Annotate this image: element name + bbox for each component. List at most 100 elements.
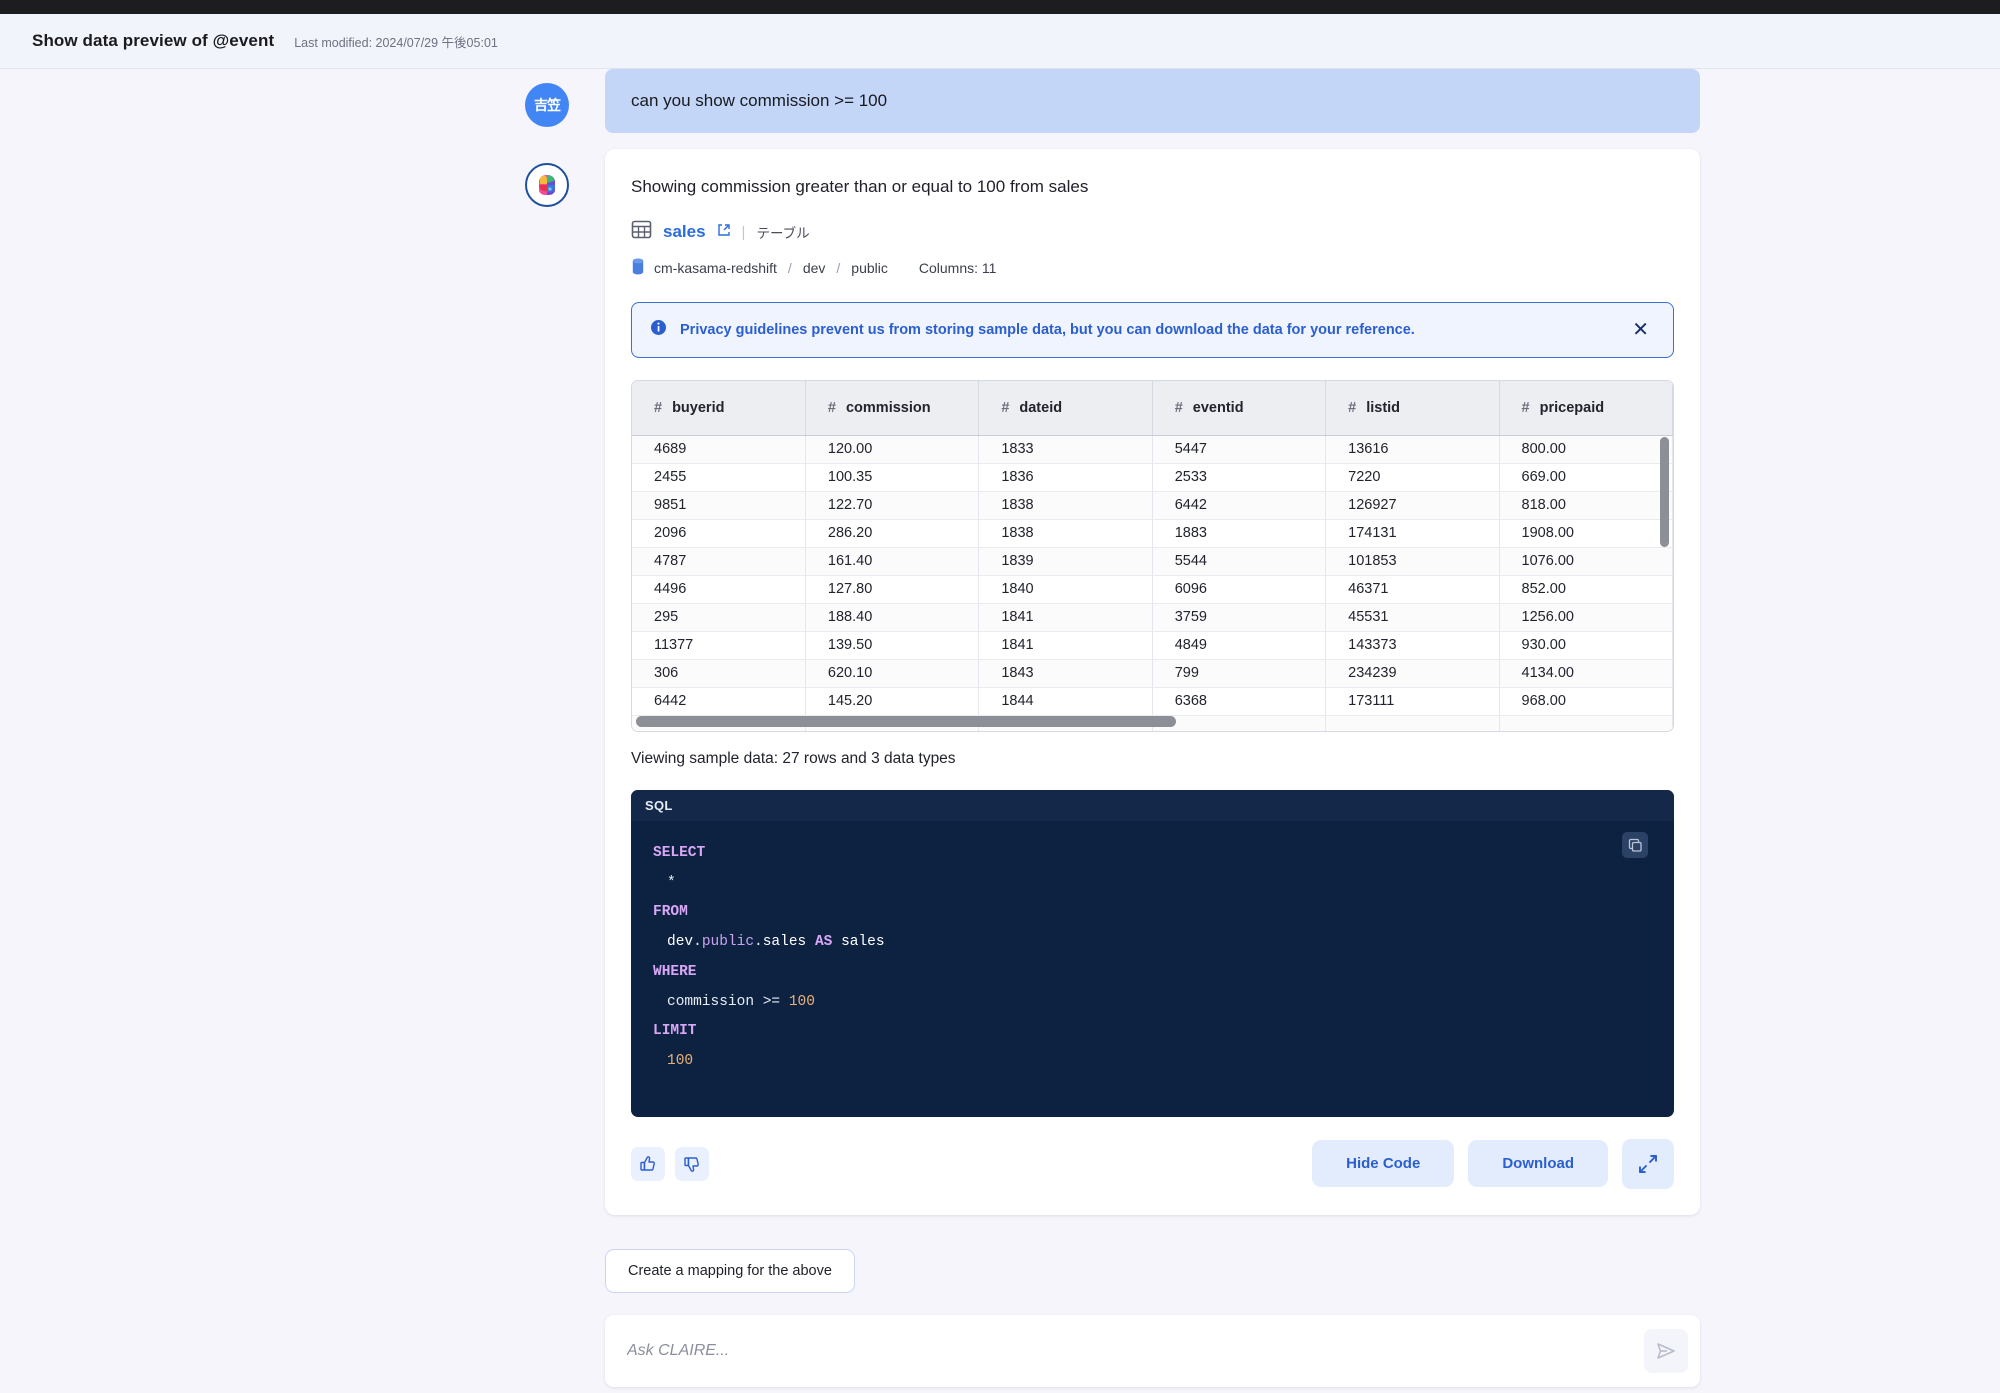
cell — [1499, 715, 1673, 731]
send-icon[interactable] — [1644, 1328, 1688, 1373]
thumbs-up-icon[interactable] — [631, 1146, 665, 1181]
sql-code-text[interactable]: SELECT * FROM dev.public.sales AS sales … — [631, 821, 1674, 1117]
table-row[interactable]: 4689 120.00 1833 5447 13616 800.00 — [632, 435, 1673, 464]
thumbs-down-icon[interactable] — [675, 1146, 709, 1181]
download-button[interactable]: Download — [1468, 1140, 1608, 1188]
table-row[interactable]: 2455 100.35 1836 2533 7220 669.00 — [632, 463, 1673, 492]
table-row[interactable]: 4496 127.80 1840 6096 46371 852.00 — [632, 575, 1673, 604]
sql-keyword: SELECT — [653, 845, 706, 861]
cell: 306 — [632, 659, 806, 688]
table-row[interactable]: 6442 145.20 1844 6368 173111 968.00 — [632, 687, 1673, 716]
data-table: # buyerid # commission # dateid # eventid # l… — [632, 381, 1673, 731]
cell: 800.00 — [1499, 435, 1673, 464]
cell: 188.40 — [805, 603, 980, 632]
table-row[interactable]: 2096 286.20 1838 1883 174131 1908.00 — [632, 519, 1673, 548]
cell: 1836 — [978, 463, 1153, 492]
vertical-scrollbar[interactable] — [1660, 437, 1669, 547]
info-icon — [650, 319, 667, 341]
last-modified-label: Last modified: 2024/07/29 午後05:01 — [294, 35, 498, 50]
sql-keyword: FROM — [653, 904, 688, 921]
cell: 9851 — [632, 491, 806, 520]
cell: 2533 — [1152, 463, 1327, 492]
cell: 122.70 — [805, 491, 980, 520]
sql-line: commission >= 100 — [653, 988, 1652, 1018]
close-icon[interactable]: ✕ — [1626, 320, 1655, 340]
suggestion-area: Create a mapping for the above — [605, 1215, 1700, 1293]
table-row[interactable]: 4787 161.40 1839 5544 101853 1076.00 — [632, 547, 1673, 576]
column-header-pricepaid[interactable]: # pricepaid — [1499, 381, 1673, 436]
source-schema: public — [851, 260, 888, 276]
source-table-line: sales | テーブル — [631, 219, 1674, 245]
column-header-listid[interactable]: # listid — [1325, 381, 1500, 436]
cell: 2455 — [632, 463, 806, 492]
cell: 2096 — [632, 519, 806, 548]
hide-code-button[interactable]: Hide Code — [1312, 1140, 1455, 1188]
sql-token: public — [701, 934, 755, 951]
sql-keyword: WHERE — [653, 963, 697, 980]
cell: 930.00 — [1499, 631, 1673, 660]
source-sep-2: / — [836, 260, 841, 276]
column-header-commission[interactable]: # commission — [805, 381, 980, 436]
sql-token: commission >= — [667, 993, 781, 1010]
sql-token: 100 — [788, 993, 815, 1010]
column-header-eventid[interactable]: # eventid — [1152, 381, 1327, 436]
cell: 4134.00 — [1499, 659, 1673, 688]
window-top-strip — [0, 0, 2000, 14]
cell: 143373 — [1325, 631, 1500, 660]
source-path: cm-kasama-redshift / dev / public Column… — [631, 258, 1674, 278]
cell: 126927 — [1325, 491, 1500, 520]
cell: 5544 — [1152, 547, 1327, 576]
source-database: dev — [802, 260, 826, 276]
horizontal-scrollbar[interactable] — [636, 716, 1176, 727]
cell: 4787 — [632, 547, 806, 576]
expand-icon[interactable] — [1622, 1138, 1674, 1189]
sql-token: . — [693, 934, 702, 951]
sql-token: 100 — [667, 1053, 694, 1070]
brain-icon — [525, 163, 569, 207]
cell: 1838 — [978, 491, 1153, 520]
copy-icon[interactable] — [1622, 832, 1648, 858]
source-table-name[interactable]: sales — [663, 222, 706, 242]
composer-area: Keyboard Shortcuts i CLAIRE GPT might ma… — [605, 1314, 1700, 1393]
table-header-row: # buyerid # commission # dateid # eventid # l… — [632, 381, 1673, 436]
cell: 13616 — [1325, 435, 1500, 464]
suggestion-chip-create-mapping[interactable]: Create a mapping for the above — [605, 1248, 855, 1293]
sql-language-label: SQL — [631, 790, 1674, 821]
table-row[interactable]: 9851 122.70 1838 6442 126927 818.00 — [632, 491, 1673, 520]
cell: 45531 — [1325, 603, 1500, 632]
avatar: 吉笠 — [525, 83, 569, 127]
data-preview-grid[interactable]: # buyerid # commission # dateid # eventid # l… — [631, 380, 1674, 732]
cell: 1833 — [978, 435, 1153, 464]
cell: 3759 — [1152, 603, 1327, 632]
cell: 1883 — [1152, 519, 1327, 548]
source-cluster: cm-kasama-redshift — [654, 260, 777, 276]
sql-line: * — [653, 869, 1652, 899]
cell: 4849 — [1152, 631, 1327, 660]
sql-line: FROM — [653, 898, 1652, 928]
cell: 1841 — [978, 603, 1153, 632]
table-row[interactable]: 295 188.40 1841 3759 45531 1256.00 — [632, 603, 1673, 632]
assistant-response-card: Showing commission greater than or equal… — [605, 149, 1700, 1215]
sql-code-block: SQL SELECT * FROM dev.public.sales AS sa… — [631, 790, 1674, 1117]
column-header-dateid[interactable]: # dateid — [978, 381, 1153, 436]
table-row[interactable]: 306 620.10 1843 799 234239 4134.00 — [632, 659, 1673, 688]
cell: 127.80 — [805, 575, 980, 604]
chat-input[interactable] — [627, 1341, 1644, 1360]
external-link-icon[interactable] — [717, 223, 731, 242]
sql-token: * — [667, 874, 676, 891]
column-header-buyerid[interactable]: # buyerid — [632, 381, 806, 436]
source-kind-label: テーブル — [756, 226, 810, 241]
page-body: 吉笠 can you show commission >= 100 Showin… — [0, 69, 2000, 1393]
page-title: Show data preview of @event — [32, 31, 275, 50]
database-icon — [631, 258, 645, 278]
cell: 1256.00 — [1499, 603, 1673, 632]
cell: 6442 — [1152, 491, 1327, 520]
sql-token: . — [754, 934, 763, 951]
sample-data-note: Viewing sample data: 27 rows and 3 data … — [631, 750, 956, 767]
source-divider: | — [741, 223, 746, 241]
sql-token: sales — [762, 934, 807, 951]
source-columns-count: Columns: 11 — [918, 260, 997, 276]
table-row[interactable]: 11377 139.50 1841 4849 143373 930.00 — [632, 631, 1673, 660]
cell: 1908.00 — [1499, 519, 1673, 548]
cell: 818.00 — [1499, 491, 1673, 520]
